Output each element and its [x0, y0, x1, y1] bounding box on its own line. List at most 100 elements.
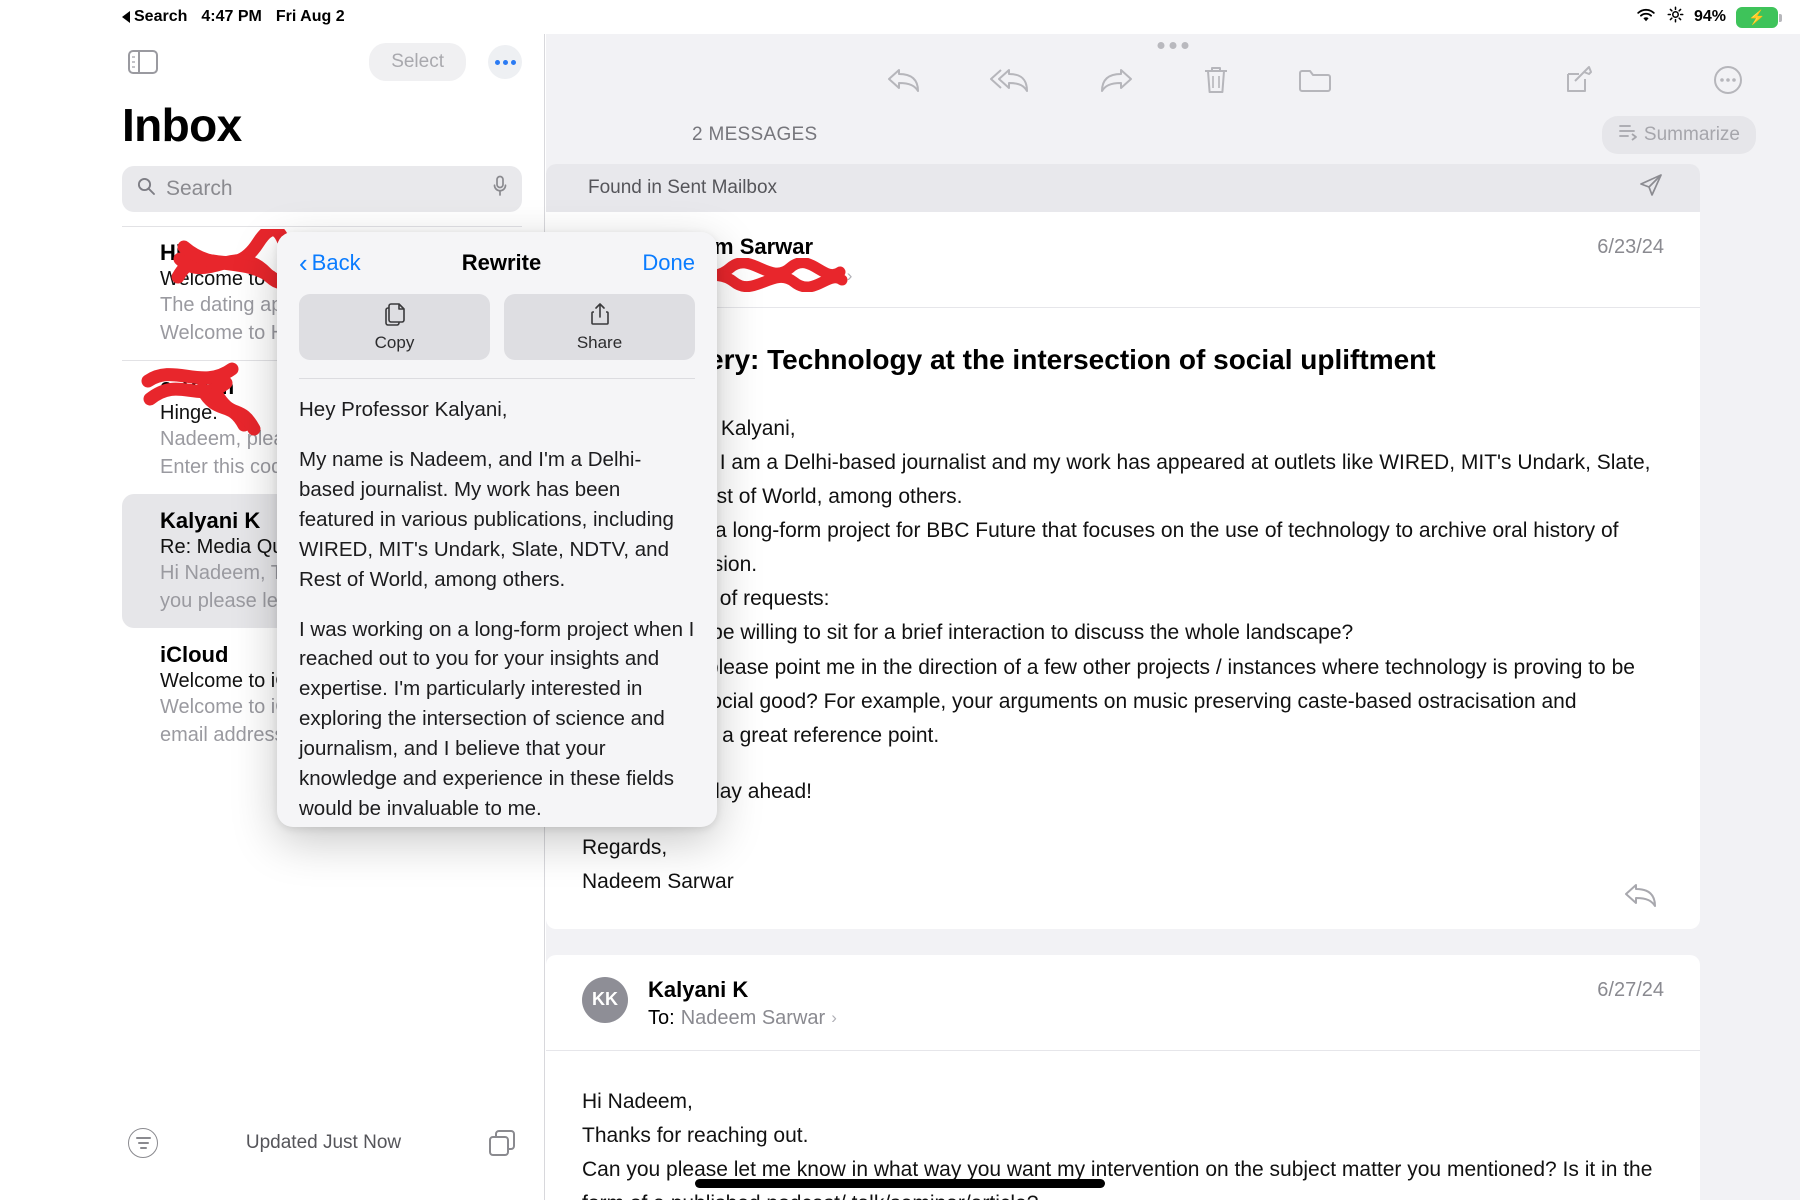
message-header[interactable]: NS Nadeem Sarwar To: › 6/23/24 [546, 212, 1700, 308]
list-item-sender: e Team [160, 374, 235, 399]
detail-toolbar [546, 34, 1800, 94]
sidebar-footer: Updated Just Now [0, 1108, 544, 1200]
summarize-label: Summarize [1643, 124, 1740, 145]
list-item-sender: iCloud [160, 642, 229, 667]
status-date: Fri Aug 2 [275, 8, 345, 25]
body-line: Thanks for reaching out. [582, 1123, 809, 1147]
select-button[interactable]: Select [369, 43, 466, 81]
rewrite-popover-title: Rewrite [461, 250, 542, 275]
microphone-icon[interactable] [492, 175, 508, 203]
body-line: 2) Could you please point me in the dire… [582, 655, 1635, 747]
wifi-icon [1635, 7, 1657, 28]
sidebar-more-button[interactable] [488, 45, 522, 79]
message-subject: Media Query: Technology at the intersect… [582, 344, 1436, 375]
status-back-to-search[interactable]: Search [122, 8, 187, 26]
reply-icon[interactable] [886, 65, 922, 95]
status-bar: Search 4:47 PM Fri Aug 2 94% ⚡ [0, 0, 1800, 34]
body-line: I am Nadeem. I am a Delhi-based journali… [582, 451, 1651, 509]
body-line: 1) Would you be willing to sit for a bri… [582, 621, 1354, 645]
status-back-label: Search [134, 8, 188, 25]
list-item-sender: Kalyani K [160, 508, 261, 533]
reply-icon[interactable] [1622, 880, 1660, 915]
status-time: 4:47 PM [201, 8, 262, 25]
done-button[interactable]: Done [642, 250, 695, 276]
message-card: KK Kalyani K To: Nadeem Sarwar › 6/27/24… [546, 954, 1700, 1200]
found-banner-label: Found in Sent Mailbox [588, 177, 778, 198]
more-ellipsis-icon [494, 59, 500, 65]
message-detail-pane: 2 MESSAGES Summarize Found in Sent Mailb… [546, 34, 1800, 1200]
triangle-left-icon [122, 11, 130, 23]
list-item-sender: Hi [160, 240, 182, 265]
sidebar-toggle-button[interactable] [128, 50, 158, 74]
chevron-right-icon: › [846, 265, 853, 285]
summarize-icon [1618, 123, 1638, 147]
body-line: I was working a long-form project for BB… [582, 519, 1619, 576]
search-placeholder: Search [166, 177, 233, 200]
body-line: Regards, [582, 835, 668, 859]
body-line: Have a great day ahead! [582, 779, 812, 803]
rewrite-paragraph: My name is Nadeem, and I'm a Delhi-based… [299, 447, 674, 591]
chevron-left-icon: ‹ [299, 248, 308, 278]
copy-windows-icon[interactable] [489, 1130, 515, 1156]
battery-charging-icon: ⚡ [1736, 6, 1782, 28]
drag-handle-dots-icon[interactable] [1157, 42, 1189, 49]
message-thread: Found in Sent Mailbox NS Nadeem Sarwar T… [546, 164, 1800, 1200]
copy-icon [384, 302, 406, 330]
back-label: Back [311, 250, 361, 275]
to-label: To: [648, 1006, 675, 1029]
search-icon [136, 176, 156, 202]
trash-icon[interactable] [1202, 64, 1230, 96]
message-body-text: Hey Professor Kalyani, I am Nadeem. I am… [582, 412, 1664, 898]
back-button[interactable]: ‹ Back [299, 250, 361, 276]
message-card: Found in Sent Mailbox NS Nadeem Sarwar T… [546, 164, 1700, 929]
rewrite-text: Hey Professor Kalyani, My name is Nadeem… [277, 379, 717, 827]
gear-icon [1667, 6, 1684, 28]
body-line: Can you please let me know in what way y… [582, 1157, 1653, 1200]
message-count-label: 2 MESSAGES [692, 124, 818, 145]
battery-percent-label: 94% [1693, 8, 1726, 25]
home-indicator[interactable] [695, 1179, 1105, 1188]
status-bar-left: Search 4:47 PM Fri Aug 2 [122, 8, 345, 26]
search-input[interactable]: Search [122, 166, 522, 212]
rewrite-paragraph: I was working on a long-form project whe… [299, 617, 695, 821]
copy-label: Copy [374, 332, 415, 352]
message-header[interactable]: KK Kalyani K To: Nadeem Sarwar › 6/27/24 [546, 955, 1700, 1051]
filter-icon[interactable] [128, 1128, 158, 1158]
page-title: Inbox [122, 99, 242, 151]
thread-summary-row: 2 MESSAGES Summarize [546, 90, 1800, 164]
message-date: 6/23/24 [1597, 236, 1664, 258]
sidebar-toggle-icon [128, 50, 158, 74]
body-line: Hi Nadeem, [582, 1089, 693, 1113]
message-sender: Kalyani K [648, 976, 749, 1002]
share-icon [590, 302, 610, 330]
forward-icon[interactable] [1098, 65, 1134, 95]
rewrite-paragraph: Hey Professor Kalyani, [299, 398, 508, 421]
found-in-mailbox-banner: Found in Sent Mailbox [546, 164, 1700, 212]
status-bar-right: 94% ⚡ [1635, 6, 1782, 28]
chevron-right-icon: › [831, 1008, 837, 1028]
paper-plane-icon [1638, 172, 1664, 204]
body-line: I had a couple of requests: [582, 587, 830, 611]
message-recipients[interactable]: To: Nadeem Sarwar › [648, 1007, 837, 1030]
body-line: Hey Professor Kalyani, [582, 417, 796, 441]
message-date: 6/27/24 [1597, 978, 1664, 1001]
share-button[interactable]: Share [504, 294, 695, 360]
sidebar-toolbar: Select [0, 34, 544, 90]
folder-icon[interactable] [1298, 65, 1332, 95]
share-label: Share [576, 332, 623, 352]
more-circle-icon[interactable] [1712, 64, 1744, 96]
ipad-mail-screen: Search 4:47 PM Fri Aug 2 94% ⚡ Select In… [0, 0, 1800, 1200]
body-line: Nadeem Sarwar [582, 869, 734, 893]
message-body: Media Query: Technology at the intersect… [546, 308, 1700, 929]
rewrite-actions: Copy Share [277, 294, 717, 360]
summarize-button[interactable]: Summarize [1601, 116, 1756, 154]
message-body: Hi Nadeem, Thanks for reaching out. Can … [546, 1051, 1700, 1200]
avatar: KK [582, 976, 628, 1023]
rewrite-popover-header: ‹ Back Rewrite Done [277, 232, 717, 294]
reply-all-icon[interactable] [990, 65, 1030, 95]
compose-icon[interactable] [1564, 65, 1594, 95]
to-value: Nadeem Sarwar [680, 1006, 826, 1029]
mailbox-status: Updated Just Now [245, 1132, 402, 1153]
copy-button[interactable]: Copy [299, 294, 490, 360]
rewrite-popover: ‹ Back Rewrite Done Copy Share Hey Profe [277, 232, 717, 827]
